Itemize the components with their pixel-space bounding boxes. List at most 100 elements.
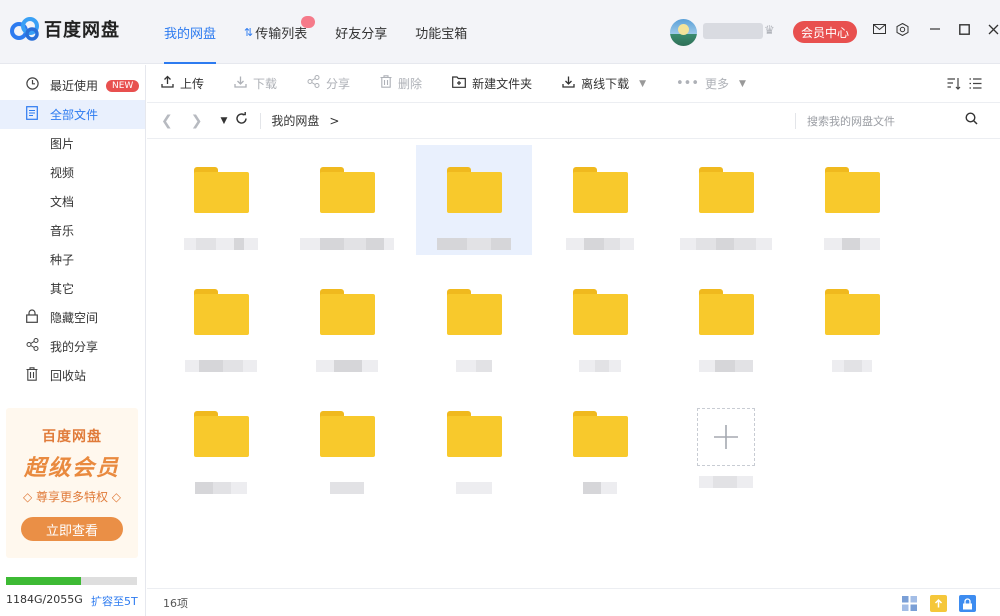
- folder-name-blurred: [456, 360, 492, 372]
- folder-item[interactable]: [542, 267, 658, 377]
- avatar[interactable]: [670, 19, 697, 46]
- expand-storage-link[interactable]: 扩容至5T: [91, 593, 138, 609]
- storage-progress-bar: [6, 577, 137, 585]
- sidebar-item-recycle-bin[interactable]: 回收站: [0, 361, 145, 390]
- more-button[interactable]: ••• 更多 ▼: [676, 75, 746, 92]
- delete-label: 删除: [398, 77, 423, 91]
- top-nav: 我的网盘 ⇅ 传输列表 好友分享 功能宝箱: [150, 0, 481, 64]
- item-count: 16项: [163, 596, 188, 610]
- tab-label: 传输列表: [255, 26, 308, 42]
- mail-icon[interactable]: [872, 22, 886, 36]
- divider: [260, 112, 262, 129]
- folder-item-selected[interactable]: [416, 145, 532, 255]
- upload-button[interactable]: 上传: [161, 75, 204, 92]
- new-folder-icon: [452, 75, 466, 92]
- tab-friend-share[interactable]: 好友分享: [321, 0, 401, 64]
- folder-item[interactable]: [542, 145, 658, 255]
- close-icon[interactable]: [986, 22, 1000, 36]
- sidebar-item-documents[interactable]: 文档: [0, 187, 145, 216]
- vip-center-button[interactable]: 会员中心: [793, 21, 857, 43]
- title-bar: 百度网盘 我的网盘 ⇅ 传输列表 好友分享 功能宝箱 ♛ 会员中心: [0, 0, 1000, 64]
- tab-label: 我的网盘: [164, 26, 217, 42]
- share-button[interactable]: 分享: [307, 75, 350, 92]
- promo-title: 超级会员: [23, 456, 120, 481]
- folder-name-blurred: [185, 360, 257, 372]
- folder-item[interactable]: [542, 389, 658, 499]
- chevron-down-icon: ▼: [739, 78, 746, 89]
- download-button[interactable]: 下载: [234, 75, 277, 92]
- folder-item[interactable]: [668, 267, 784, 377]
- sidebar-item-images[interactable]: 图片: [0, 129, 145, 158]
- breadcrumb-arrow[interactable]: >: [329, 114, 339, 128]
- folder-name-blurred: [579, 360, 621, 372]
- sidebar-item-music[interactable]: 音乐: [0, 216, 145, 245]
- folder-name-blurred: [330, 482, 364, 494]
- maximize-icon[interactable]: [957, 22, 971, 36]
- folder-item[interactable]: [163, 267, 279, 377]
- folder-item[interactable]: [668, 145, 784, 255]
- transfer-badge: [301, 16, 316, 28]
- folder-icon: [447, 167, 502, 213]
- sidebar-item-torrents[interactable]: 种子: [0, 245, 145, 274]
- forward-icon[interactable]: ❯: [191, 113, 203, 129]
- new-badge: NEW: [106, 79, 140, 92]
- folder-icon: [825, 167, 880, 213]
- share-icon: [307, 75, 320, 92]
- list-view-icon[interactable]: [969, 77, 982, 94]
- sidebar-item-hidden-space[interactable]: 隐藏空间: [0, 303, 145, 332]
- offline-download-button[interactable]: 离线下载 ▼: [562, 75, 646, 92]
- add-new-tile[interactable]: [697, 408, 755, 466]
- folder-item[interactable]: [794, 267, 910, 377]
- vip-promo-banner[interactable]: 百度网盘 超级会员 ◇ 尊享更多特权 ◇ 立即查看: [6, 408, 138, 558]
- folder-item[interactable]: [289, 145, 405, 255]
- refresh-icon[interactable]: [235, 112, 248, 129]
- trash-icon: [380, 75, 392, 92]
- new-folder-button[interactable]: 新建文件夹: [452, 75, 532, 92]
- folder-item[interactable]: [416, 267, 532, 377]
- search-input[interactable]: [807, 112, 957, 130]
- folder-item[interactable]: [289, 267, 405, 377]
- offline-download-label: 离线下载: [581, 77, 630, 91]
- sidebar-item-all-files[interactable]: 全部文件: [0, 100, 145, 129]
- more-dots-icon: •••: [676, 76, 700, 91]
- sidebar-item-my-shares[interactable]: 我的分享: [0, 332, 145, 361]
- folder-icon: [573, 411, 628, 457]
- folder-item[interactable]: [416, 389, 532, 499]
- transfer-arrows-icon: ⇅: [244, 25, 254, 39]
- delete-button[interactable]: 删除: [380, 75, 422, 92]
- promo-view-button[interactable]: 立即查看: [21, 517, 123, 541]
- sidebar-item-other[interactable]: 其它: [0, 274, 145, 303]
- settings-icon[interactable]: [895, 22, 909, 36]
- search-icon[interactable]: [965, 112, 978, 129]
- more-label: 更多: [705, 77, 730, 91]
- username-blurred[interactable]: [703, 23, 763, 39]
- tab-toolbox[interactable]: 功能宝箱: [401, 0, 481, 64]
- upload-status-icon[interactable]: [930, 595, 947, 612]
- sidebar-item-recent[interactable]: 最近使用 NEW: [0, 71, 145, 100]
- storage-progress-fill: [6, 577, 82, 585]
- lock-status-icon[interactable]: [959, 595, 976, 612]
- tab-my-disk[interactable]: 我的网盘: [150, 0, 230, 64]
- breadcrumb[interactable]: 我的网盘: [271, 112, 319, 129]
- lock-icon: [24, 308, 40, 327]
- divider: [795, 113, 796, 129]
- tab-transfer-list[interactable]: ⇅ 传输列表: [230, 0, 321, 64]
- history-dropdown-icon[interactable]: ▼: [220, 116, 227, 126]
- folder-name-blurred: [316, 360, 378, 372]
- sidebar-item-videos[interactable]: 视频: [0, 158, 145, 187]
- sort-icon[interactable]: [947, 77, 961, 94]
- storage-usage-text: 1184G/2055G: [6, 593, 83, 606]
- folder-name-blurred: [699, 360, 753, 372]
- view-options: [947, 77, 982, 94]
- folder-item[interactable]: [289, 389, 405, 499]
- apps-grid-icon[interactable]: [901, 595, 918, 612]
- share-label: 分享: [326, 77, 351, 91]
- folder-item[interactable]: [163, 145, 279, 255]
- folder-item[interactable]: [794, 145, 910, 255]
- folder-icon: [320, 167, 375, 213]
- back-icon[interactable]: ❮: [161, 113, 173, 129]
- folder-name-blurred: [437, 238, 511, 250]
- folder-item[interactable]: [163, 389, 279, 499]
- sidebar-item-label: 最近使用: [50, 79, 99, 93]
- minimize-icon[interactable]: [928, 22, 942, 36]
